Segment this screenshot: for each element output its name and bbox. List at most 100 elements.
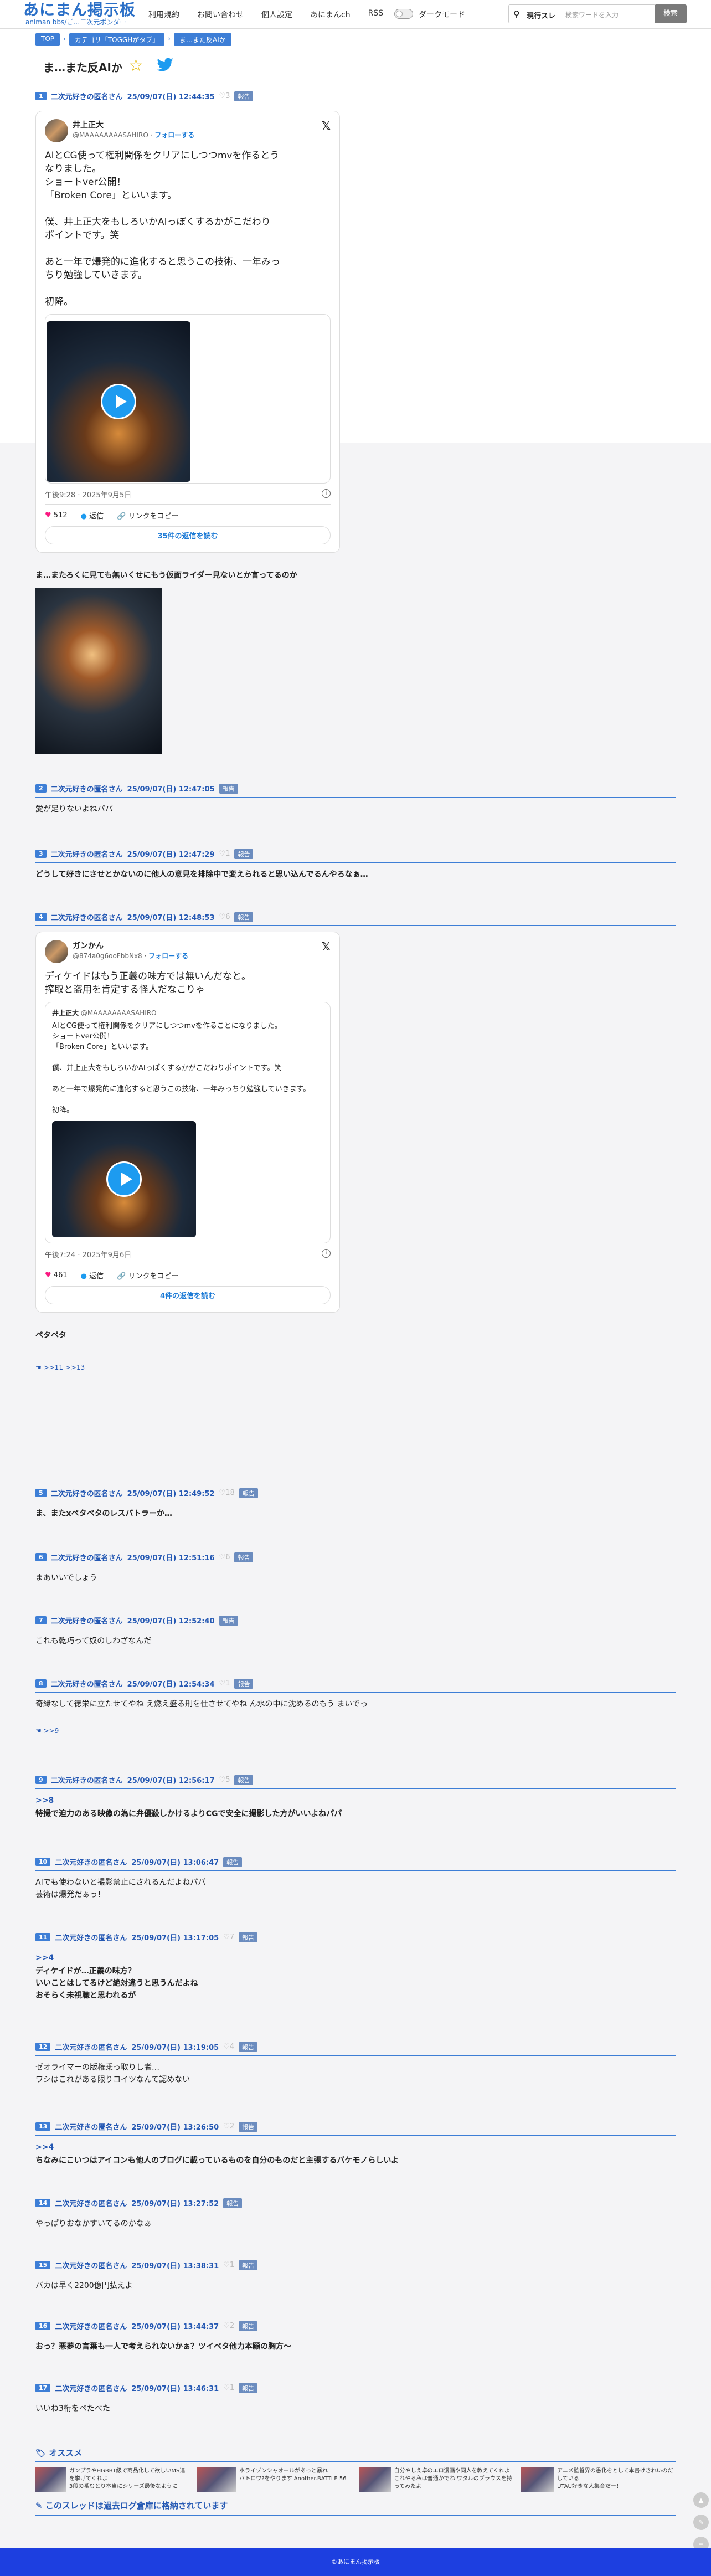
post-number[interactable]: 11 bbox=[35, 1933, 51, 1941]
tweet-date[interactable]: 午後9:28 · 2025年9月5日 bbox=[45, 491, 131, 500]
site-logo[interactable]: あにまん掲示板 animan bbs/ご…二次元ポンダー bbox=[23, 1, 136, 26]
tweet-reply-button[interactable]: ● 返信 bbox=[81, 1270, 104, 1281]
report-button[interactable]: 報告 bbox=[234, 1775, 254, 1785]
scroll-top-icon[interactable]: ▲ bbox=[693, 2492, 709, 2508]
tweet-author-name[interactable]: ガンかん bbox=[73, 940, 188, 951]
post-number[interactable]: 15 bbox=[35, 2261, 51, 2269]
video-thumbnail[interactable] bbox=[52, 1121, 196, 1237]
post-number[interactable]: 16 bbox=[35, 2322, 51, 2330]
post-number[interactable]: 5 bbox=[35, 1489, 47, 1497]
like-button[interactable]: ♡1 bbox=[223, 2261, 234, 2269]
post-number[interactable]: 17 bbox=[35, 2384, 51, 2392]
breadcrumb-top[interactable]: TOP bbox=[35, 33, 60, 46]
tweet-date[interactable]: 午後7:24 · 2025年9月6日 bbox=[45, 1251, 131, 1259]
x-logo-icon[interactable]: 𝕏 bbox=[322, 940, 331, 953]
like-button[interactable]: ♡6 bbox=[219, 913, 230, 921]
info-icon[interactable]: i bbox=[322, 489, 331, 498]
post-number[interactable]: 9 bbox=[35, 1776, 47, 1784]
like-button[interactable]: ♡1 bbox=[219, 850, 230, 858]
like-button[interactable]: ♡4 bbox=[223, 2043, 234, 2051]
like-button[interactable]: ♡5 bbox=[219, 1776, 230, 1784]
breadcrumb-category[interactable]: カテゴリ「TOGGHがタブ」 bbox=[69, 33, 165, 46]
reply-links[interactable]: ☚ >>9 bbox=[35, 1727, 676, 1735]
embedded-tweet[interactable]: 井上正大 @MAAAAAAAASAHIRO · フォローする 𝕏 AIとCG使っ… bbox=[35, 111, 340, 553]
report-button[interactable]: 報告 bbox=[234, 912, 254, 922]
tweet-like-button[interactable]: ♥ 512 bbox=[45, 511, 68, 520]
quoted-tweet[interactable]: 井上正大 @MAAAAAAAASAHIRO AIとCG使って権利関係をクリアにし… bbox=[45, 1002, 331, 1243]
nav-link-settings[interactable]: 個人設定 bbox=[261, 9, 292, 20]
like-button[interactable]: ♡7 bbox=[223, 1933, 234, 1941]
post-number[interactable]: 13 bbox=[35, 2122, 51, 2131]
search-button[interactable]: 検索 bbox=[655, 4, 687, 23]
reply-links[interactable]: ☚ >>11 >>13 bbox=[35, 1364, 676, 1371]
post-number[interactable]: 10 bbox=[35, 1858, 51, 1866]
report-button[interactable]: 報告 bbox=[239, 2321, 258, 2331]
play-icon[interactable] bbox=[101, 384, 136, 419]
twitter-share-icon[interactable] bbox=[156, 58, 174, 73]
recommend-item[interactable]: アニメ監督界の愚化をとして本書けきれいのだしている UTAU好きな人集合だー！ bbox=[521, 2467, 676, 2492]
reply-anchor[interactable]: >>8 bbox=[35, 1795, 676, 1807]
post-number[interactable]: 8 bbox=[35, 1679, 47, 1688]
nav-link-terms[interactable]: 利用規約 bbox=[148, 9, 179, 20]
info-icon[interactable]: i bbox=[322, 1249, 331, 1258]
avatar[interactable] bbox=[45, 940, 68, 963]
report-button[interactable]: 報告 bbox=[239, 2121, 258, 2132]
read-replies-button[interactable]: 35件の返信を読む bbox=[45, 526, 331, 544]
darkmode-toggle[interactable] bbox=[394, 9, 413, 19]
like-button[interactable]: ♡2 bbox=[223, 2322, 234, 2330]
recommend-item[interactable]: 自分やしえ卓のエロ漫画や同人を教えてくれよ これやる私は普通かでね ワタルのブラウ… bbox=[359, 2467, 514, 2492]
report-button[interactable]: 報告 bbox=[219, 783, 238, 794]
tweet-copy-link-button[interactable]: 🔗 リンクをコピー bbox=[117, 1270, 178, 1281]
report-button[interactable]: 報告 bbox=[239, 1932, 258, 1942]
post-number[interactable]: 6 bbox=[35, 1553, 47, 1561]
report-button[interactable]: 報告 bbox=[234, 849, 254, 859]
tweet-like-button[interactable]: ♥ 461 bbox=[45, 1271, 68, 1279]
report-button[interactable]: 報告 bbox=[234, 1678, 254, 1689]
like-button[interactable]: ♡3 bbox=[219, 92, 230, 100]
favorite-star-icon[interactable]: ☆ bbox=[128, 58, 143, 74]
report-button[interactable]: 報告 bbox=[223, 2198, 243, 2208]
like-button[interactable]: ♡2 bbox=[223, 2122, 234, 2131]
post-number[interactable]: 4 bbox=[35, 913, 47, 921]
x-logo-icon[interactable]: 𝕏 bbox=[322, 119, 331, 132]
breadcrumb-thread[interactable]: ま…また反AIか bbox=[174, 33, 231, 46]
report-button[interactable]: 報告 bbox=[239, 1488, 258, 1498]
like-button[interactable]: ♡6 bbox=[219, 1553, 230, 1561]
post-number[interactable]: 3 bbox=[35, 850, 47, 858]
post-number[interactable]: 7 bbox=[35, 1616, 47, 1624]
post-number[interactable]: 2 bbox=[35, 784, 47, 793]
play-icon[interactable] bbox=[106, 1161, 142, 1197]
post-number[interactable]: 12 bbox=[35, 2043, 51, 2051]
search-type-select[interactable]: 現行スレ bbox=[527, 10, 555, 20]
tweet-reply-button[interactable]: ● 返信 bbox=[81, 510, 104, 521]
report-button[interactable]: 報告 bbox=[239, 2042, 258, 2052]
reply-anchor[interactable]: >>4 bbox=[35, 2141, 676, 2153]
reply-anchor[interactable]: >>4 bbox=[35, 1952, 676, 1964]
report-button[interactable]: 報告 bbox=[223, 1857, 243, 1867]
embedded-tweet[interactable]: ガンかん @874a0g6ooFbbNx8 · フォローする 𝕏 ディケイドはも… bbox=[35, 932, 340, 1313]
report-button[interactable]: 報告 bbox=[219, 1615, 238, 1626]
nav-link-animanch[interactable]: あにまんch bbox=[310, 9, 351, 20]
recommend-item[interactable]: ガンプラやHGBBT級で商品化して欲しいMS達を挙げてくれよ 3段の番むとり本当に… bbox=[35, 2467, 190, 2492]
report-button[interactable]: 報告 bbox=[234, 91, 254, 101]
like-button[interactable]: ♡1 bbox=[223, 2384, 234, 2392]
search-input[interactable]: 検索ワードを入力 bbox=[565, 10, 619, 19]
nav-link-rss[interactable]: RSS bbox=[368, 9, 384, 20]
read-replies-button[interactable]: 4件の返信を読む bbox=[45, 1286, 331, 1304]
video-thumbnail[interactable] bbox=[47, 321, 190, 482]
report-button[interactable]: 報告 bbox=[234, 1552, 254, 1562]
like-button[interactable]: ♡18 bbox=[219, 1489, 235, 1497]
avatar[interactable] bbox=[45, 119, 68, 142]
post-number[interactable]: 14 bbox=[35, 2199, 51, 2207]
follow-button[interactable]: フォローする bbox=[148, 952, 188, 960]
edit-icon[interactable]: ✎ bbox=[693, 2515, 709, 2530]
nav-link-contact[interactable]: お問い合わせ bbox=[197, 9, 244, 20]
follow-button[interactable]: フォローする bbox=[154, 131, 194, 139]
tweet-author-name[interactable]: 井上正大 bbox=[73, 119, 194, 130]
report-button[interactable]: 報告 bbox=[239, 2260, 258, 2270]
tweet-copy-link-button[interactable]: 🔗 リンクをコピー bbox=[117, 510, 178, 521]
like-button[interactable]: ♡1 bbox=[219, 1679, 230, 1688]
search-box[interactable]: ⚲ 現行スレ 検索ワードを入力 bbox=[508, 4, 656, 23]
report-button[interactable]: 報告 bbox=[239, 2383, 258, 2393]
post-image[interactable] bbox=[35, 588, 162, 754]
